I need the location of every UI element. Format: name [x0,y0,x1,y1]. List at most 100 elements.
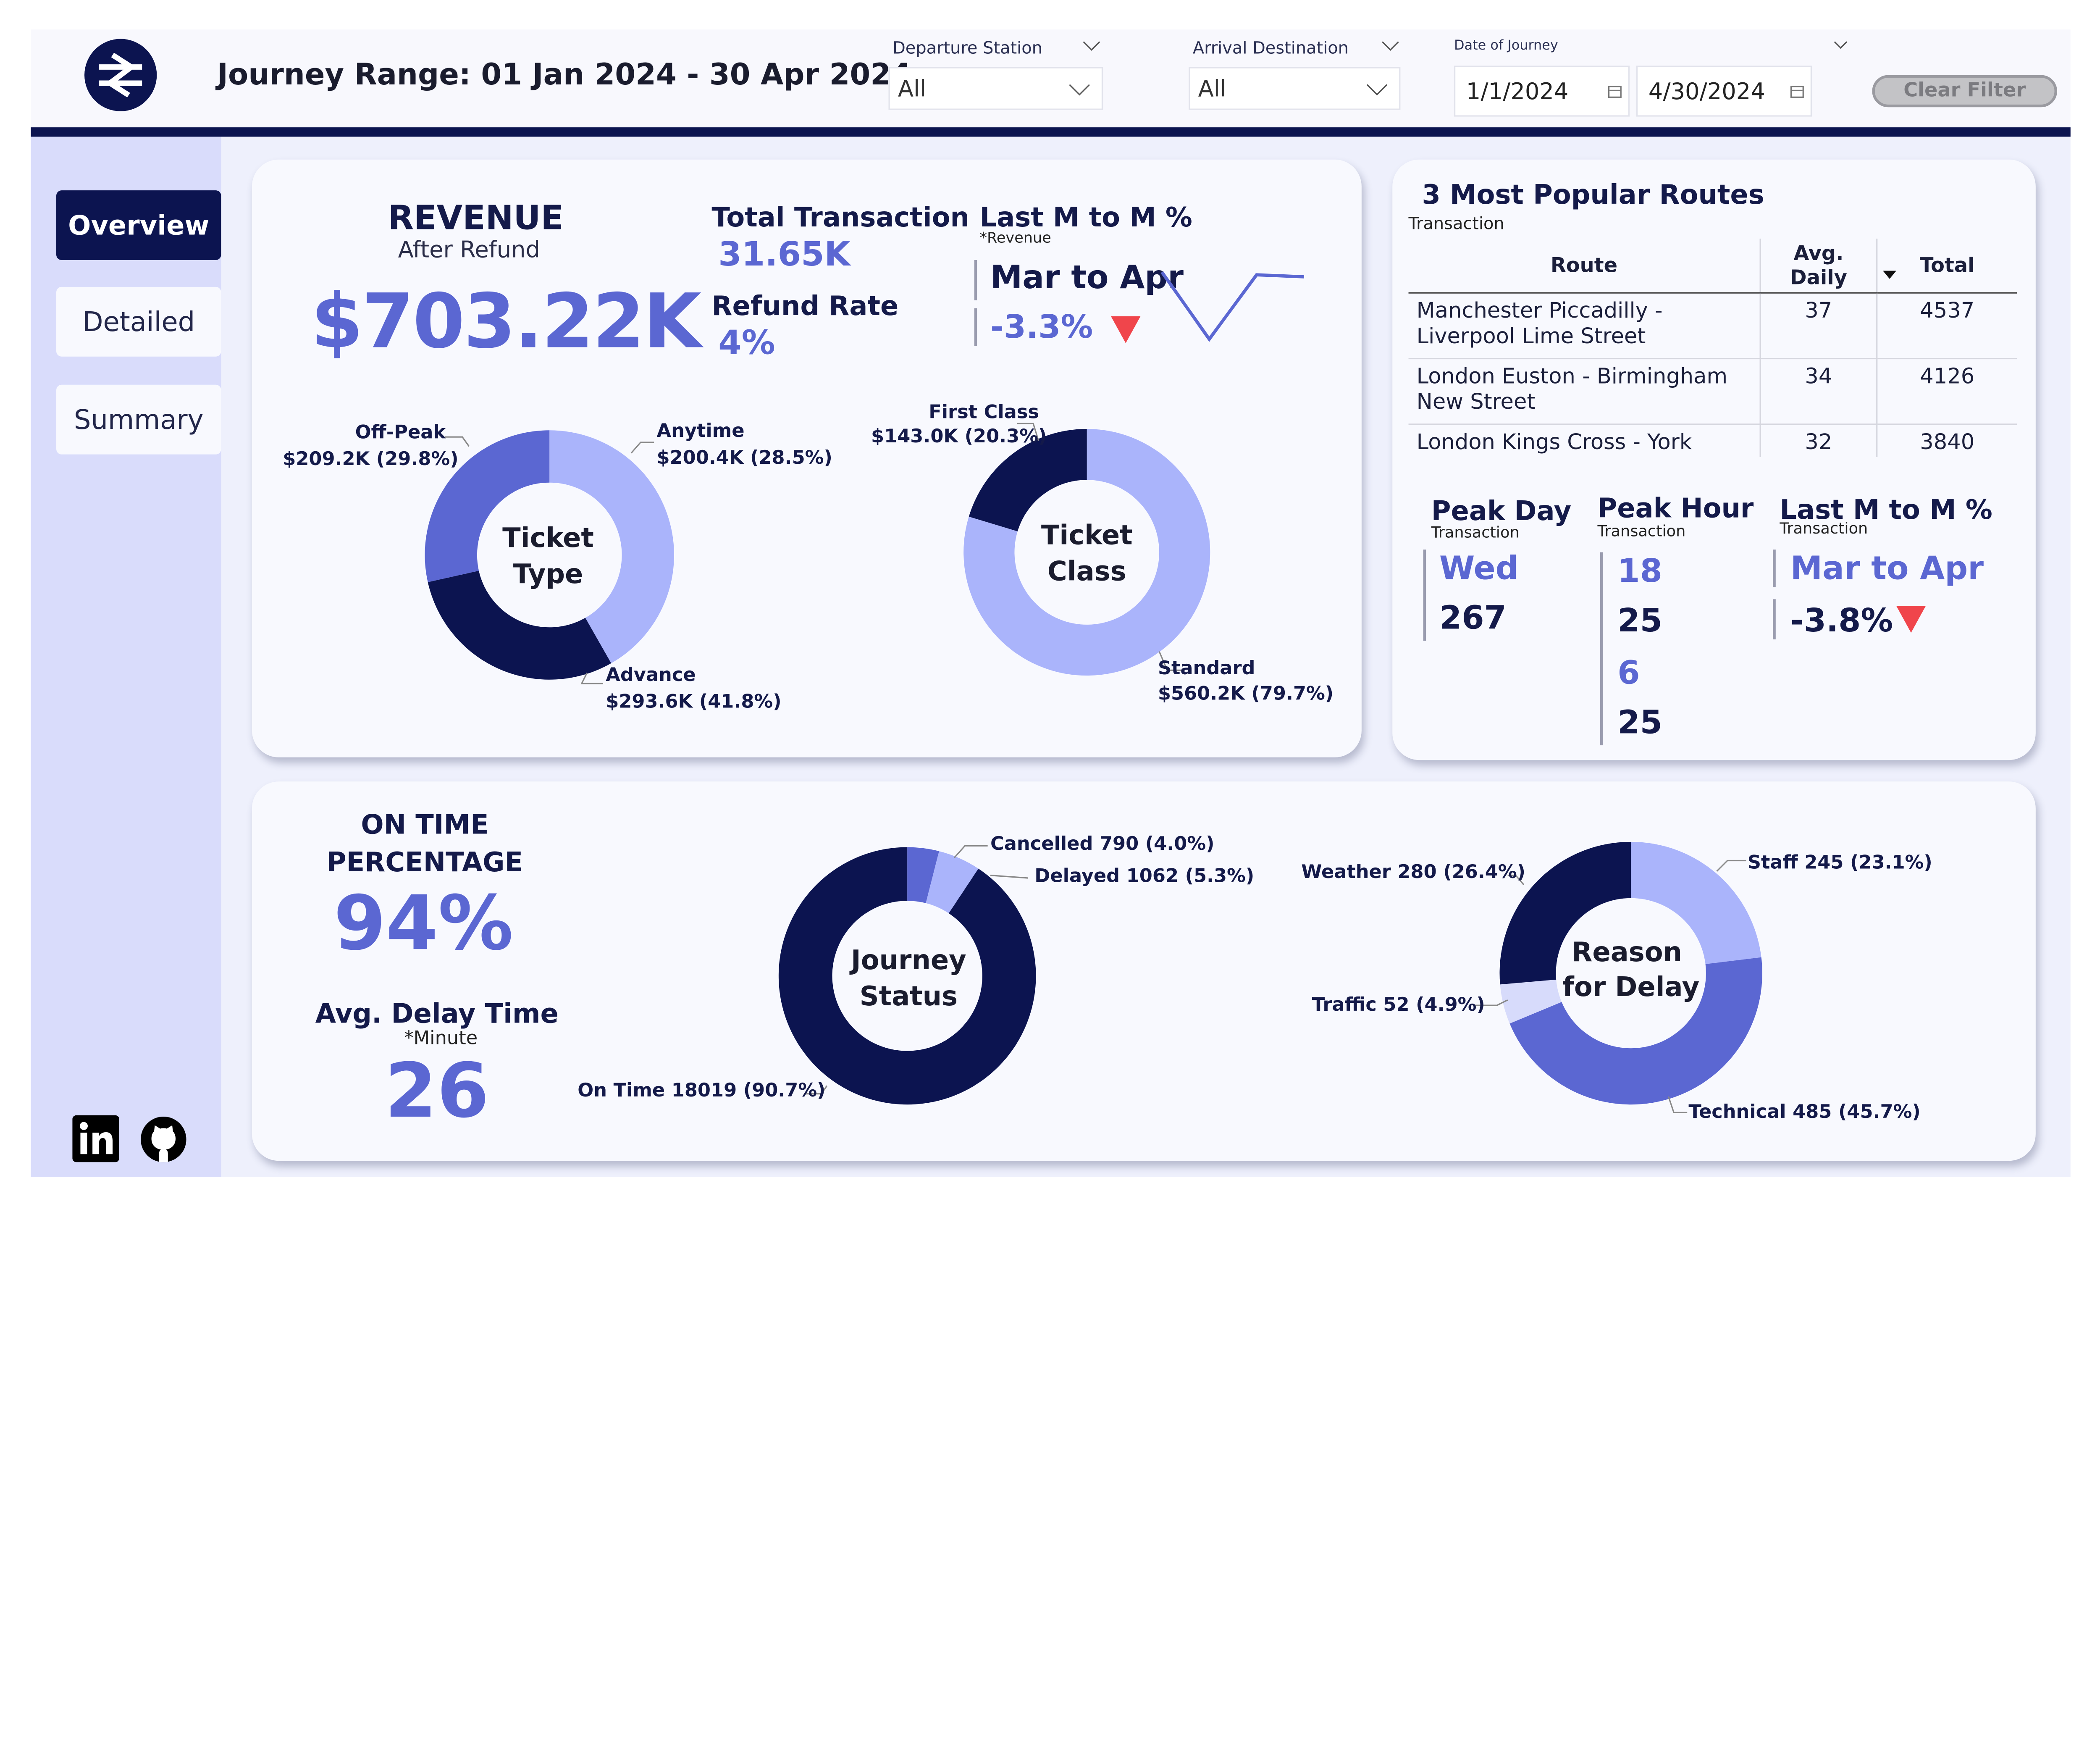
departure-select-value: All [898,76,927,103]
header-divider [31,127,2071,137]
revenue-mom-value: -3.3% [990,308,1093,346]
delay-reason-center-line2: for Delay [1562,970,1700,1003]
total-transaction-label: Total Transaction [711,201,969,234]
sparkline-series [1160,271,1304,342]
departure-select[interactable]: All [888,67,1103,110]
ontime-value: 94% [333,881,514,968]
ticket-type-center-line2: Type [513,557,583,590]
delay-reason-center-line1: Reason [1572,936,1683,968]
page-title: Journey Range: 01 Jan 2024 - 30 Apr 2024 [217,59,912,93]
transaction-mom-period: Mar to Apr [1790,549,1984,587]
route-cell: Manchester Piccadilly - Liverpool Lime S… [1408,293,1761,360]
table-row[interactable]: Manchester Piccadilly - Liverpool Lime S… [1408,293,2017,360]
routes-table: Route Avg. Daily Total Manchester Piccad… [1408,238,2017,457]
table-header-row: Route Avg. Daily Total [1408,238,2017,294]
nav-detailed-button[interactable]: Detailed [56,287,221,357]
peak-hour-2: 6 [1617,654,1640,692]
date-end-value: 4/30/2024 [1648,79,1765,106]
arrival-filter-label: Arrival Destination [1192,37,1349,58]
routes-table-wrap: Route Avg. Daily Total Manchester Piccad… [1408,238,2017,457]
nav-summary-label: Summary [74,403,204,436]
total-cell: 3840 [1920,429,1975,455]
date-filter-label: Date of Journey [1454,39,1558,54]
nav-overview-button[interactable]: Overview [56,190,221,260]
nav-overview-label: Overview [68,209,210,242]
delay-reason-label-traffic: Traffic 52 (4.9%) [1312,994,1485,1016]
clear-filter-button[interactable]: Clear Filter [1872,75,2057,108]
avg-delay-label: Avg. Delay Time [315,997,559,1030]
chevron-down-icon [1069,74,1090,96]
delay-reason-label-technical: Technical 485 (45.7%) [1688,1102,1921,1123]
routes-title: 3 Most Popular Routes [1422,178,1764,210]
date-end-input[interactable]: 4/30/2024 [1636,66,1812,117]
national-rail-logo-icon [84,39,157,111]
table-row[interactable]: London Euston - Birmingham New Street 34… [1408,358,2017,425]
divider [1600,552,1603,746]
column-header-total-label: Total [1919,253,1975,278]
ticket-class-label-first: First Class [929,402,1040,424]
revenue-value: $703.22K [311,279,701,366]
revenue-mom-note: *Revenue [979,229,1051,247]
nav-detailed-label: Detailed [82,305,195,338]
journey-status-center-line1: Journey [850,944,966,976]
peak-day-subtitle: Transaction [1431,523,1520,542]
ticket-class-label-standard: Standard [1158,658,1255,680]
departure-filter-label: Departure Station [892,37,1042,58]
delay-reason-label-weather: Weather 280 (26.4%) [1301,862,1526,883]
github-icon[interactable] [139,1115,188,1164]
ticket-class-center-line2: Class [1047,555,1126,587]
divider [1773,549,1776,587]
delay-reason-label-staff: Staff 245 (23.1%) [1747,852,1932,874]
ticket-type-value-off-peak: $209.2K (29.8%) [283,449,459,471]
nav-summary-button[interactable]: Summary [56,384,221,455]
ticket-class-center-line1: Ticket [1041,518,1133,551]
arrival-select-value: All [1198,76,1226,103]
down-arrow-icon [1111,316,1141,343]
total-cell: 4537 [1877,293,2017,360]
table-row[interactable]: London Kings Cross - York 32 3840 [1408,424,2017,457]
journey-status-label-cancelled: Cancelled 790 (4.0%) [990,833,1215,855]
routes-subtitle: Transaction [1408,213,1504,234]
chevron-down-icon [1366,74,1388,96]
arrival-select[interactable]: All [1189,67,1401,110]
column-header-total[interactable]: Total [1877,238,2017,294]
ticket-type-label-advance: Advance [606,665,696,686]
transaction-mom-value: -3.8% [1790,602,1893,640]
peak-hour-1: 18 [1617,552,1662,590]
peak-day-title: Peak Day [1431,494,1572,527]
avg-daily-cell: 37 [1760,293,1878,360]
ticket-class-value-standard: $560.2K (79.7%) [1158,684,1334,705]
avg-daily-cell: 32 [1760,424,1878,457]
peak-hour-1-value: 25 [1617,602,1662,640]
ontime-title-line1: ON TIME [361,808,489,841]
date-start-value: 1/1/2024 [1466,79,1569,106]
peak-hour-title: Peak Hour [1597,492,1754,524]
calendar-icon[interactable] [1790,86,1804,98]
ticket-type-value-advance: $293.6K (41.8%) [606,691,782,713]
transaction-mom-subtitle: Transaction [1780,518,1868,538]
peak-hour-subtitle: Transaction [1597,521,1686,540]
down-arrow-icon [1896,606,1926,633]
column-header-avg-daily[interactable]: Avg. Daily [1760,238,1878,294]
total-cell: 4126 [1877,358,2017,425]
calendar-icon[interactable] [1608,86,1622,98]
date-start-input[interactable]: 1/1/2024 [1454,66,1630,117]
avg-delay-note: *Minute [404,1028,478,1050]
clear-filter-label: Clear Filter [1903,80,2026,102]
column-header-route[interactable]: Route [1408,238,1761,294]
ticket-class-value-first: $143.0K (20.3%) [871,426,1047,448]
ticket-type-center-line1: Ticket [502,521,594,554]
journey-status-center-line2: Status [859,980,958,1012]
revenue-subtitle: After Refund [398,237,540,264]
route-cell: London Kings Cross - York [1408,424,1761,457]
ontime-title-line2: PERCENTAGE [326,846,523,878]
refund-rate-value: 4% [718,323,775,362]
peak-day-value: 267 [1439,599,1507,637]
divider [974,308,977,346]
revenue-mom-label: Last M to M % [979,201,1192,234]
avg-daily-cell: 34 [1760,358,1878,425]
ticket-class-donut [963,423,1210,676]
linkedin-icon[interactable] [72,1115,119,1162]
sort-descending-icon[interactable] [1883,271,1896,279]
ticket-type-label-anytime: Anytime [656,421,745,442]
